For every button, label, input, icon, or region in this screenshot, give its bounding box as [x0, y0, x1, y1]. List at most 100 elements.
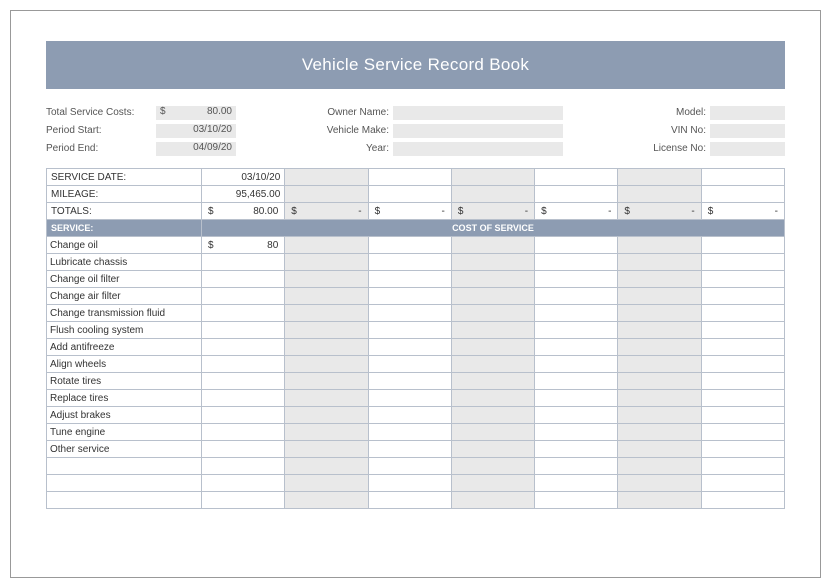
- service-cost-cell[interactable]: [618, 373, 701, 390]
- service-cost-cell[interactable]: [202, 305, 285, 322]
- service-cost-cell[interactable]: [618, 475, 701, 492]
- service-name-cell[interactable]: Adjust brakes: [47, 407, 202, 424]
- service-cost-cell[interactable]: [368, 322, 451, 339]
- empty-cell[interactable]: [535, 169, 618, 186]
- service-name-cell[interactable]: [47, 458, 202, 475]
- service-cost-cell[interactable]: [368, 237, 451, 254]
- service-cost-cell[interactable]: [618, 407, 701, 424]
- service-cost-cell[interactable]: [701, 390, 784, 407]
- service-cost-cell[interactable]: [701, 305, 784, 322]
- empty-cell[interactable]: [701, 186, 784, 203]
- meta-value[interactable]: [710, 106, 785, 120]
- totals-column[interactable]: $-: [535, 203, 618, 220]
- service-cost-cell[interactable]: [285, 441, 368, 458]
- service-name-cell[interactable]: Change oil filter: [47, 271, 202, 288]
- service-cost-cell[interactable]: [202, 390, 285, 407]
- service-cost-cell[interactable]: [202, 271, 285, 288]
- service-cost-cell[interactable]: [285, 492, 368, 509]
- service-cost-cell[interactable]: [701, 407, 784, 424]
- service-cost-cell[interactable]: [202, 373, 285, 390]
- service-cost-cell[interactable]: [451, 237, 534, 254]
- service-cost-cell[interactable]: [368, 356, 451, 373]
- totals-column[interactable]: $-: [285, 203, 368, 220]
- service-cost-cell[interactable]: [451, 475, 534, 492]
- service-cost-cell[interactable]: [618, 458, 701, 475]
- service-cost-cell[interactable]: [368, 305, 451, 322]
- service-cost-cell[interactable]: [451, 356, 534, 373]
- service-cost-cell[interactable]: [202, 458, 285, 475]
- service-name-cell[interactable]: Change oil: [47, 237, 202, 254]
- service-cost-cell[interactable]: [618, 237, 701, 254]
- service-cost-cell[interactable]: [451, 305, 534, 322]
- service-cost-cell[interactable]: [618, 492, 701, 509]
- empty-cell[interactable]: [451, 186, 534, 203]
- meta-value[interactable]: $80.00: [156, 106, 236, 120]
- totals-column[interactable]: $-: [451, 203, 534, 220]
- service-name-cell[interactable]: Rotate tires: [47, 373, 202, 390]
- service-cost-cell[interactable]: [701, 271, 784, 288]
- totals-value[interactable]: $80.00: [202, 203, 285, 220]
- empty-cell[interactable]: [285, 186, 368, 203]
- service-cost-cell[interactable]: [701, 356, 784, 373]
- service-cost-cell[interactable]: [701, 492, 784, 509]
- service-cost-cell[interactable]: [535, 424, 618, 441]
- service-cost-cell[interactable]: [701, 339, 784, 356]
- service-cost-cell[interactable]: [285, 271, 368, 288]
- service-cost-cell[interactable]: [285, 322, 368, 339]
- meta-value[interactable]: 04/09/20: [156, 142, 236, 156]
- service-cost-cell[interactable]: [535, 441, 618, 458]
- service-cost-cell[interactable]: [451, 407, 534, 424]
- service-cost-cell[interactable]: [451, 390, 534, 407]
- empty-cell[interactable]: [535, 186, 618, 203]
- service-cost-cell[interactable]: [535, 254, 618, 271]
- service-cost-cell[interactable]: [535, 339, 618, 356]
- meta-value[interactable]: [393, 106, 563, 120]
- service-cost-cell[interactable]: [202, 424, 285, 441]
- service-cost-cell[interactable]: [285, 407, 368, 424]
- totals-column[interactable]: $-: [368, 203, 451, 220]
- service-cost-cell[interactable]: [701, 441, 784, 458]
- service-name-cell[interactable]: Change transmission fluid: [47, 305, 202, 322]
- service-cost-cell[interactable]: $80: [202, 237, 285, 254]
- service-cost-cell[interactable]: [202, 492, 285, 509]
- service-cost-cell[interactable]: [368, 390, 451, 407]
- service-cost-cell[interactable]: [535, 305, 618, 322]
- service-cost-cell[interactable]: [701, 458, 784, 475]
- service-name-cell[interactable]: Change air filter: [47, 288, 202, 305]
- empty-cell[interactable]: [368, 169, 451, 186]
- service-cost-cell[interactable]: [618, 424, 701, 441]
- service-cost-cell[interactable]: [701, 237, 784, 254]
- service-cost-cell[interactable]: [368, 271, 451, 288]
- service-cost-cell[interactable]: [451, 373, 534, 390]
- service-date-value[interactable]: 03/10/20: [202, 169, 285, 186]
- service-cost-cell[interactable]: [202, 322, 285, 339]
- service-name-cell[interactable]: Lubricate chassis: [47, 254, 202, 271]
- service-cost-cell[interactable]: [618, 339, 701, 356]
- empty-cell[interactable]: [618, 186, 701, 203]
- service-cost-cell[interactable]: [618, 288, 701, 305]
- service-name-cell[interactable]: Flush cooling system: [47, 322, 202, 339]
- service-cost-cell[interactable]: [451, 271, 534, 288]
- service-cost-cell[interactable]: [618, 441, 701, 458]
- service-cost-cell[interactable]: [618, 356, 701, 373]
- service-cost-cell[interactable]: [701, 475, 784, 492]
- service-cost-cell[interactable]: [701, 254, 784, 271]
- service-name-cell[interactable]: Tune engine: [47, 424, 202, 441]
- service-cost-cell[interactable]: [368, 458, 451, 475]
- service-cost-cell[interactable]: [368, 339, 451, 356]
- service-cost-cell[interactable]: [285, 373, 368, 390]
- empty-cell[interactable]: [368, 186, 451, 203]
- service-cost-cell[interactable]: [451, 288, 534, 305]
- service-cost-cell[interactable]: [535, 356, 618, 373]
- service-cost-cell[interactable]: [618, 254, 701, 271]
- service-cost-cell[interactable]: [618, 322, 701, 339]
- meta-value[interactable]: [393, 142, 563, 156]
- service-name-cell[interactable]: [47, 475, 202, 492]
- empty-cell[interactable]: [451, 169, 534, 186]
- service-name-cell[interactable]: Replace tires: [47, 390, 202, 407]
- service-cost-cell[interactable]: [535, 492, 618, 509]
- meta-value[interactable]: [710, 142, 785, 156]
- service-cost-cell[interactable]: [535, 373, 618, 390]
- service-cost-cell[interactable]: [451, 492, 534, 509]
- service-cost-cell[interactable]: [701, 322, 784, 339]
